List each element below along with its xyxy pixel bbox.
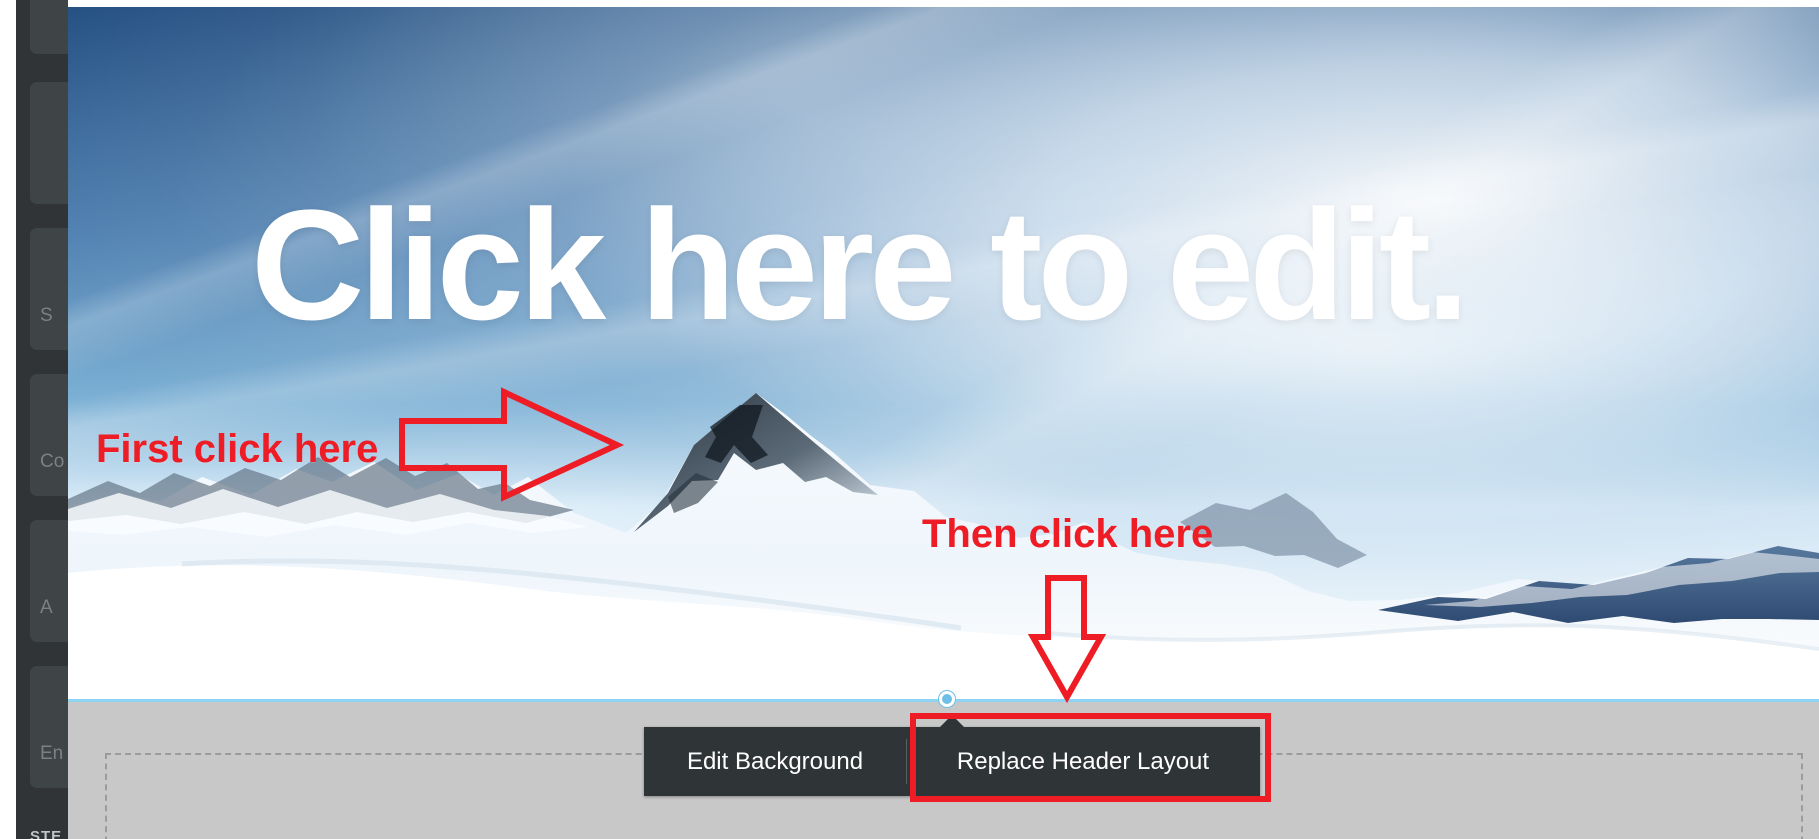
sidebar-item-label: En	[40, 743, 64, 764]
circle-handle-icon[interactable]	[939, 691, 955, 707]
website-editor-screen: S Co A En STE Click here to edit. Edit B…	[0, 0, 1819, 839]
sidebar-item-4[interactable]: Co	[30, 374, 68, 496]
left-sidebar: S Co A En STE	[16, 0, 68, 839]
header-background-image[interactable]: Click here to edit.	[68, 7, 1819, 702]
then-click-annotation: Then click here	[922, 512, 1214, 556]
sidebar-section-label: STE	[30, 828, 63, 839]
sidebar-item-2[interactable]	[30, 82, 68, 204]
replace-header-highlight	[910, 713, 1271, 802]
sidebar-item-6[interactable]: En	[30, 666, 68, 788]
sidebar-item-1[interactable]	[30, 0, 68, 54]
snowy-mountain-landscape	[68, 393, 1819, 702]
sidebar-item-label: A	[40, 597, 53, 618]
sidebar-item-label: S	[40, 305, 53, 326]
hero-headline[interactable]: Click here to edit.	[251, 187, 1701, 344]
sidebar-item-3[interactable]: S	[30, 228, 68, 350]
edit-background-button[interactable]: Edit Background	[644, 727, 906, 796]
sidebar-item-5[interactable]: A	[30, 520, 68, 642]
sidebar-item-label: Co	[40, 451, 65, 472]
first-click-annotation: First click here	[96, 427, 379, 471]
